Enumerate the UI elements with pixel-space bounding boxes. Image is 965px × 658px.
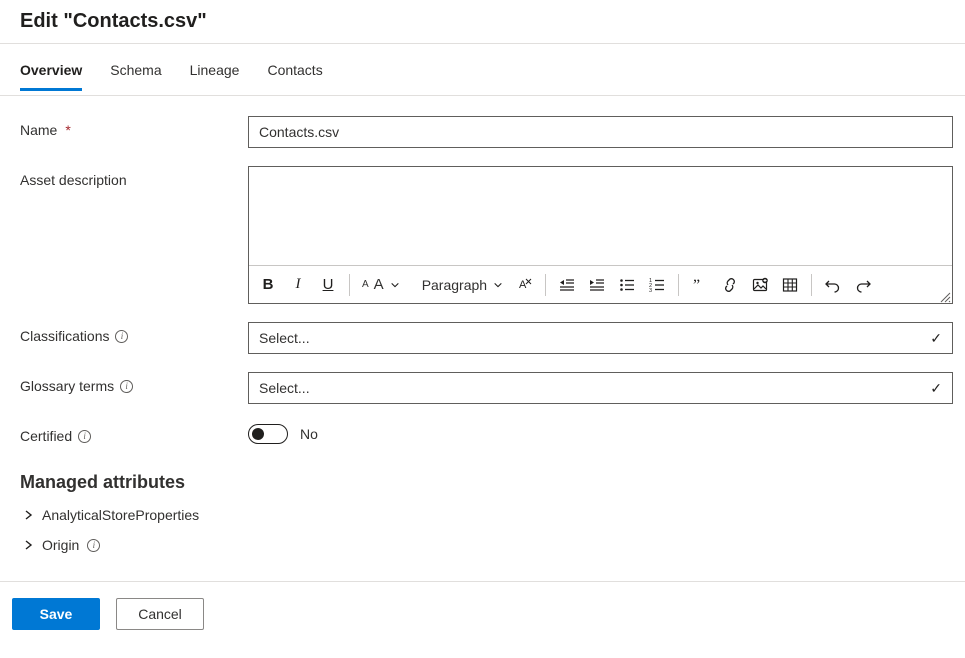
outdent-icon (559, 277, 575, 293)
quote-button[interactable]: ” (685, 270, 715, 300)
italic-button[interactable]: I (283, 270, 313, 300)
expander-origin[interactable]: Origin i (20, 537, 953, 553)
tab-lineage[interactable]: Lineage (190, 58, 240, 91)
svg-text:3: 3 (649, 288, 652, 293)
expander-label: Origin (42, 537, 79, 553)
chevron-right-icon (24, 540, 34, 550)
link-icon (722, 277, 738, 293)
chevron-down-icon (493, 280, 503, 290)
clear-format-button[interactable]: A (509, 270, 539, 300)
resize-handle-icon[interactable] (939, 291, 951, 303)
name-label: Name* (20, 116, 248, 138)
rich-text-editor: B I U AA Paragraph (248, 166, 953, 304)
separator (811, 274, 812, 296)
tabs: Overview Schema Lineage Contacts (0, 44, 965, 91)
link-button[interactable] (715, 270, 745, 300)
info-icon[interactable]: i (78, 430, 91, 443)
save-button[interactable]: Save (12, 598, 100, 630)
tab-schema[interactable]: Schema (110, 58, 161, 91)
certified-toggle[interactable] (248, 424, 288, 444)
outdent-button[interactable] (552, 270, 582, 300)
clear-format-icon: A (516, 276, 533, 293)
expander-label: AnalyticalStoreProperties (42, 507, 199, 523)
glossary-select[interactable]: Select... ✓ (248, 372, 953, 404)
image-button[interactable] (745, 270, 775, 300)
underline-button[interactable]: U (313, 270, 343, 300)
classifications-label: Classifications i (20, 322, 248, 344)
separator (678, 274, 679, 296)
undo-icon (825, 277, 841, 293)
number-list-button[interactable]: 1 2 3 (642, 270, 672, 300)
rte-toolbar: B I U AA Paragraph (249, 265, 952, 303)
undo-button[interactable] (818, 270, 848, 300)
managed-attributes-heading: Managed attributes (20, 472, 953, 493)
redo-button[interactable] (848, 270, 878, 300)
indent-icon (589, 277, 605, 293)
tab-contacts[interactable]: Contacts (267, 58, 322, 91)
svg-text:A: A (519, 279, 527, 291)
page-title: Edit "Contacts.csv" (20, 10, 207, 32)
number-list-icon: 1 2 3 (649, 277, 665, 293)
font-small-a-icon: A (362, 279, 369, 290)
certified-value: No (300, 426, 318, 442)
svg-text:”: ” (693, 277, 700, 293)
description-input[interactable] (249, 167, 952, 265)
table-button[interactable] (775, 270, 805, 300)
divider (0, 581, 965, 582)
tab-overview[interactable]: Overview (20, 58, 82, 91)
font-large-a-icon: A (374, 276, 384, 293)
quote-icon: ” (692, 277, 708, 293)
bullet-list-button[interactable] (612, 270, 642, 300)
divider (0, 95, 965, 96)
image-icon (752, 277, 768, 293)
description-label: Asset description (20, 166, 248, 188)
toggle-knob (252, 428, 264, 440)
info-icon[interactable]: i (120, 380, 133, 393)
separator (545, 274, 546, 296)
expander-analytical-store-properties[interactable]: AnalyticalStoreProperties (20, 507, 953, 523)
select-placeholder: Select... (259, 330, 310, 346)
separator (349, 274, 350, 296)
check-icon: ✓ (930, 330, 942, 347)
paragraph-dropdown[interactable]: Paragraph (416, 270, 509, 300)
paragraph-label: Paragraph (422, 277, 487, 293)
bold-button[interactable]: B (253, 270, 283, 300)
certified-label: Certified i (20, 422, 248, 444)
info-icon[interactable]: i (115, 330, 128, 343)
redo-icon (855, 277, 871, 293)
name-input[interactable] (248, 116, 953, 148)
chevron-down-icon (390, 280, 400, 290)
glossary-label: Glossary terms i (20, 372, 248, 394)
indent-button[interactable] (582, 270, 612, 300)
classifications-select[interactable]: Select... ✓ (248, 322, 953, 354)
required-indicator: * (65, 122, 70, 138)
select-placeholder: Select... (259, 380, 310, 396)
check-icon: ✓ (930, 380, 942, 397)
info-icon[interactable]: i (87, 539, 100, 552)
chevron-right-icon (24, 510, 34, 520)
table-icon (782, 277, 798, 293)
font-size-dropdown[interactable]: AA (356, 270, 406, 300)
cancel-button[interactable]: Cancel (116, 598, 204, 630)
bullet-list-icon (619, 277, 635, 293)
